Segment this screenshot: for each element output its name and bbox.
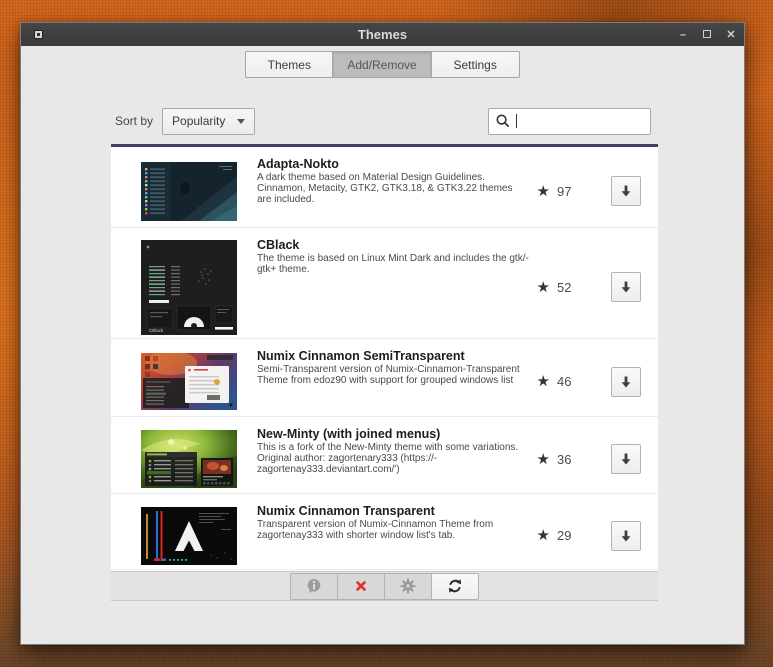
theme-name: Numix Cinnamon SemiTransparent bbox=[257, 349, 465, 363]
theme-list-item[interactable]: Adapta-Nokto A dark theme based on Mater… bbox=[111, 147, 658, 228]
window-menu-icon[interactable] bbox=[34, 30, 43, 39]
star-icon: ★ bbox=[536, 527, 550, 544]
bottom-toolbar bbox=[111, 571, 658, 600]
refresh-icon bbox=[448, 579, 462, 593]
theme-description: A dark theme based on Material Design Gu… bbox=[257, 172, 513, 205]
star-icon: ★ bbox=[536, 450, 550, 468]
theme-name: New-Minty (with joined menus) bbox=[257, 427, 441, 441]
rating-count: 52 bbox=[557, 279, 572, 295]
search-box[interactable] bbox=[488, 107, 651, 135]
star-icon: ★ bbox=[536, 373, 550, 390]
download-button[interactable] bbox=[611, 272, 641, 302]
theme-thumbnail bbox=[141, 353, 237, 410]
tab-bar: Themes Add/Remove Settings bbox=[21, 51, 744, 78]
info-button bbox=[290, 572, 338, 600]
tab-settings[interactable]: Settings bbox=[431, 51, 520, 78]
theme-list-item[interactable]: CBlack CBlack The theme is based on Linu… bbox=[111, 228, 658, 339]
theme-name: Numix Cinnamon Transparent bbox=[257, 504, 435, 518]
settings-button bbox=[384, 572, 432, 600]
window-title: Themes bbox=[357, 27, 408, 42]
delete-icon bbox=[356, 581, 366, 591]
rating-count: 36 bbox=[557, 451, 572, 467]
delete-button[interactable] bbox=[337, 572, 385, 600]
maximize-button[interactable] bbox=[700, 29, 714, 41]
download-icon bbox=[621, 530, 631, 541]
refresh-button[interactable] bbox=[431, 572, 479, 600]
theme-description: Semi-Transparent version of Numix-Cinnam… bbox=[257, 364, 520, 386]
download-icon bbox=[621, 453, 631, 465]
download-icon bbox=[621, 185, 631, 197]
theme-thumbnail bbox=[141, 161, 237, 221]
theme-thumbnail bbox=[141, 506, 237, 565]
tab-add-remove[interactable]: Add/Remove bbox=[333, 51, 432, 78]
sort-selected-value: Popularity bbox=[172, 114, 226, 128]
theme-description: This is a fork of the New-Minty theme wi… bbox=[257, 442, 519, 475]
search-icon bbox=[496, 114, 510, 128]
close-button[interactable]: ✕ bbox=[724, 28, 738, 41]
search-input[interactable] bbox=[517, 114, 644, 128]
download-icon bbox=[621, 376, 631, 387]
rating: ★ 97 bbox=[537, 184, 575, 199]
rating: ★ 52 bbox=[537, 280, 575, 295]
theme-thumbnail: CBlack bbox=[141, 239, 237, 335]
gear-icon bbox=[400, 578, 416, 594]
rating: ★ 46 bbox=[537, 374, 575, 389]
theme-description: Transparent version of Numix-Cinnamon Th… bbox=[257, 519, 494, 541]
tab-themes[interactable]: Themes bbox=[245, 51, 334, 78]
rating-count: 97 bbox=[557, 183, 572, 199]
theme-list: Adapta-Nokto A dark theme based on Mater… bbox=[111, 144, 658, 601]
download-button[interactable] bbox=[611, 520, 641, 551]
themes-window: Themes – ✕ Themes Add/Remove Settings So… bbox=[20, 22, 745, 645]
theme-list-item[interactable]: New-Minty (with joined menus) This is a … bbox=[111, 417, 658, 494]
theme-name: Adapta-Nokto bbox=[257, 157, 339, 171]
rating-count: 46 bbox=[557, 374, 572, 389]
svg-text:CBlack: CBlack bbox=[149, 328, 164, 333]
download-icon bbox=[621, 281, 631, 293]
maximize-icon bbox=[703, 29, 711, 38]
sort-by-label: Sort by bbox=[115, 114, 154, 128]
download-button[interactable] bbox=[611, 444, 641, 474]
download-button[interactable] bbox=[611, 366, 641, 397]
chevron-down-icon bbox=[237, 118, 246, 124]
download-button[interactable] bbox=[611, 176, 641, 206]
sort-dropdown[interactable]: Popularity bbox=[162, 107, 256, 135]
theme-name: CBlack bbox=[257, 238, 300, 252]
star-icon: ★ bbox=[536, 278, 550, 296]
star-icon: ★ bbox=[536, 182, 550, 200]
titlebar[interactable]: Themes – ✕ bbox=[21, 23, 744, 46]
theme-list-item[interactable]: Numix Cinnamon Transparent Transparent v… bbox=[111, 494, 658, 570]
theme-list-item[interactable]: Numix Cinnamon SemiTransparent Semi-Tran… bbox=[111, 339, 658, 417]
minimize-button[interactable]: – bbox=[676, 29, 690, 41]
info-icon bbox=[307, 579, 321, 593]
rating: ★ 36 bbox=[537, 452, 575, 467]
theme-description: The theme is based on Linux Mint Dark an… bbox=[257, 253, 529, 275]
theme-thumbnail bbox=[141, 430, 237, 488]
rating: ★ 29 bbox=[537, 528, 575, 543]
rating-count: 29 bbox=[557, 528, 572, 543]
